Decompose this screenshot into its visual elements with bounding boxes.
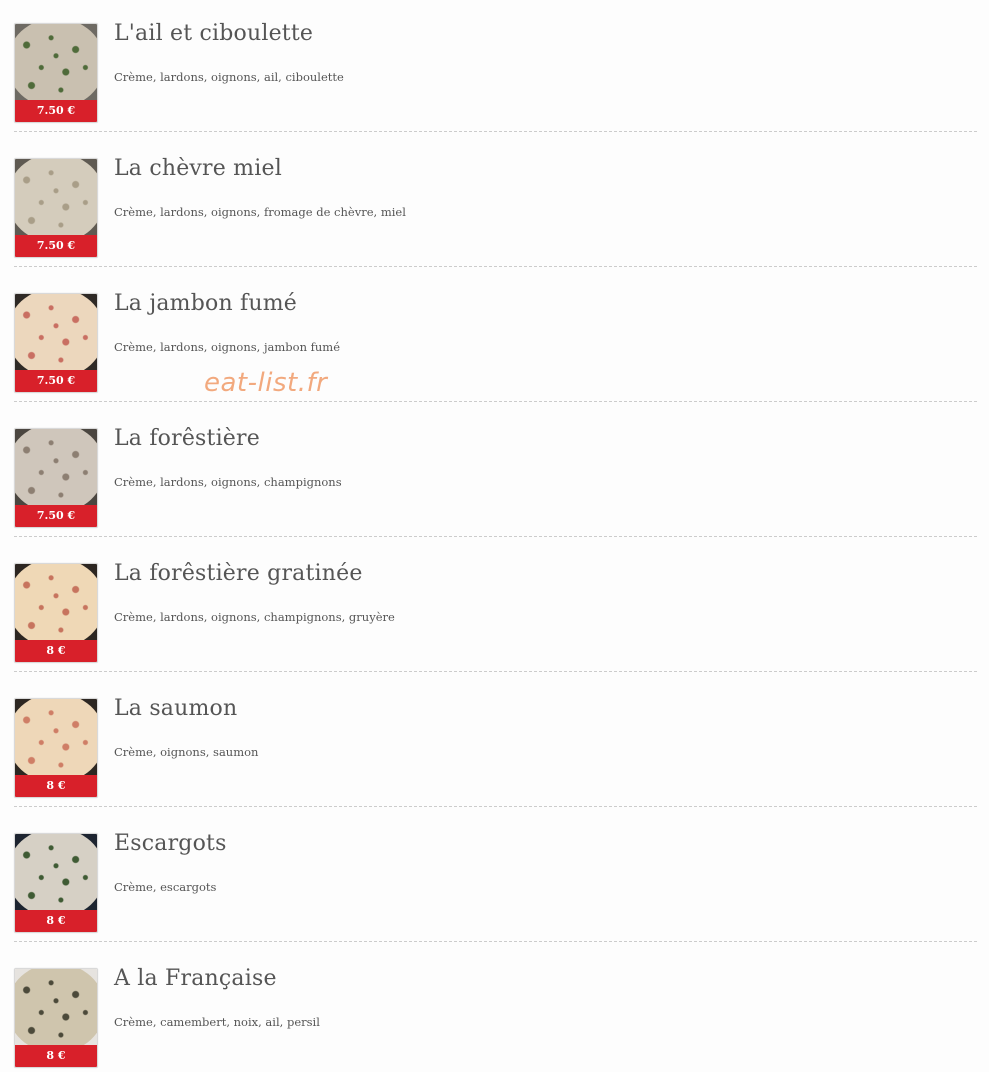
item-description: Crème, lardons, oignons, champignons, gr… xyxy=(114,610,395,624)
pizza-thumbnail[interactable]: 7.50 € xyxy=(14,293,98,393)
divider xyxy=(14,401,977,402)
divider xyxy=(14,536,977,537)
menu-item[interactable]: 7.50 € La chèvre miel Crème, lardons, oi… xyxy=(0,135,989,270)
pizza-thumbnail[interactable]: 8 € xyxy=(14,563,98,663)
item-description: Crème, lardons, oignons, ail, ciboulette xyxy=(114,70,344,84)
menu-item[interactable]: 7.50 € L'ail et ciboulette Crème, lardon… xyxy=(0,0,989,135)
pizza-thumbnail[interactable]: 7.50 € xyxy=(14,23,98,123)
pizza-thumbnail[interactable]: 8 € xyxy=(14,698,98,798)
pizza-photo xyxy=(15,429,97,505)
pizza-photo xyxy=(15,834,97,910)
divider xyxy=(14,941,977,942)
item-description: Crème, oignons, saumon xyxy=(114,745,259,759)
pizza-photo xyxy=(15,24,97,100)
item-title[interactable]: Escargots xyxy=(114,831,227,856)
price-badge: 8 € xyxy=(15,1045,97,1067)
menu-item[interactable]: 7.50 € La jambon fumé Crème, lardons, oi… xyxy=(0,270,989,405)
item-title[interactable]: La forêstière gratinée xyxy=(114,561,363,586)
item-description: Crème, escargots xyxy=(114,880,217,894)
divider xyxy=(14,671,977,672)
item-description: Crème, lardons, oignons, fromage de chèv… xyxy=(114,205,406,219)
divider xyxy=(14,806,977,807)
menu-item[interactable]: 8 € Escargots Crème, escargots xyxy=(0,810,989,945)
price-badge: 8 € xyxy=(15,910,97,932)
price-badge: 7.50 € xyxy=(15,370,97,392)
pizza-photo xyxy=(15,564,97,640)
pizza-thumbnail[interactable]: 7.50 € xyxy=(14,158,98,258)
pizza-menu-list: 7.50 € L'ail et ciboulette Crème, lardon… xyxy=(0,0,989,1072)
item-title[interactable]: La forêstière xyxy=(114,426,260,451)
divider xyxy=(14,266,977,267)
pizza-thumbnail[interactable]: 8 € xyxy=(14,833,98,933)
pizza-photo xyxy=(15,699,97,775)
item-description: Crème, camembert, noix, ail, persil xyxy=(114,1015,320,1029)
price-badge: 7.50 € xyxy=(15,235,97,257)
menu-item[interactable]: 8 € A la Française Crème, camembert, noi… xyxy=(0,945,989,1072)
menu-item[interactable]: 7.50 € La forêstière Crème, lardons, oig… xyxy=(0,405,989,540)
divider xyxy=(14,131,977,132)
item-description: Crème, lardons, oignons, jambon fumé xyxy=(114,340,341,354)
price-badge: 8 € xyxy=(15,640,97,662)
pizza-photo xyxy=(15,969,97,1045)
item-title[interactable]: La chèvre miel xyxy=(114,156,282,181)
watermark-logo: eat-list.fr xyxy=(204,368,328,398)
item-title[interactable]: La saumon xyxy=(114,696,237,721)
price-badge: 8 € xyxy=(15,775,97,797)
pizza-photo xyxy=(15,294,97,370)
price-badge: 7.50 € xyxy=(15,100,97,122)
menu-item[interactable]: 8 € La forêstière gratinée Crème, lardon… xyxy=(0,540,989,675)
item-description: Crème, lardons, oignons, champignons xyxy=(114,475,342,489)
pizza-thumbnail[interactable]: 8 € xyxy=(14,968,98,1068)
pizza-thumbnail[interactable]: 7.50 € xyxy=(14,428,98,528)
item-title[interactable]: La jambon fumé xyxy=(114,291,297,316)
menu-item[interactable]: 8 € La saumon Crème, oignons, saumon xyxy=(0,675,989,810)
price-badge: 7.50 € xyxy=(15,505,97,527)
item-title[interactable]: L'ail et ciboulette xyxy=(114,21,313,46)
item-title[interactable]: A la Française xyxy=(114,966,277,991)
pizza-photo xyxy=(15,159,97,235)
